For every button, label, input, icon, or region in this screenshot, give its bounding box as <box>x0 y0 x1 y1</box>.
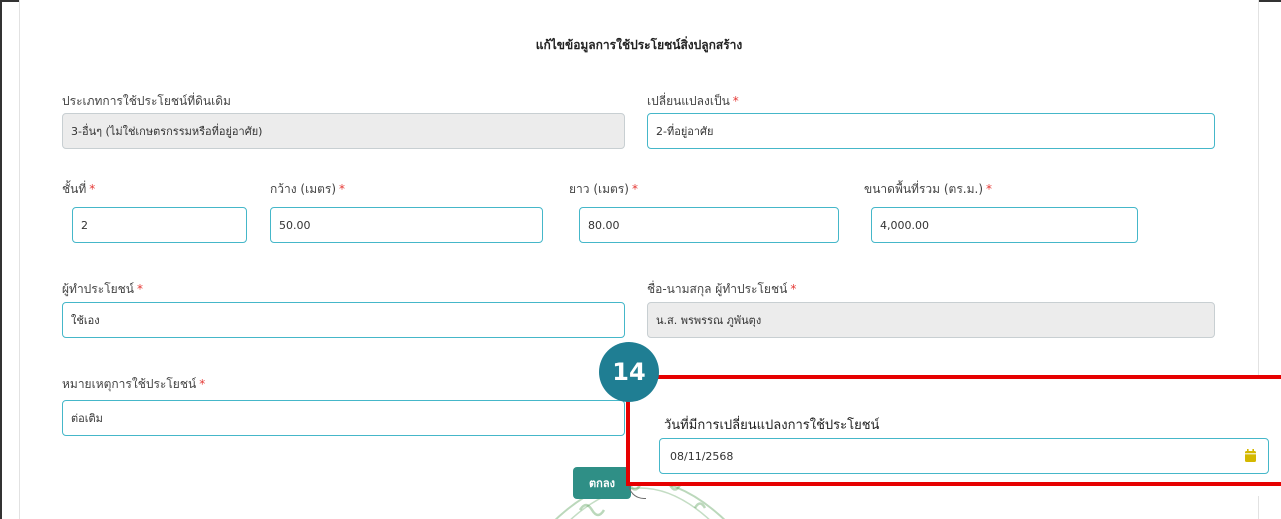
highlight-box: วันที่มีการเปลี่ยนแปลงการใช้ประโยชน์ 08/… <box>626 375 1281 486</box>
user-label: ผู้ทำประโยชน์ * <box>62 282 144 296</box>
width-label: กว้าง (เมตร) * <box>270 182 346 196</box>
overlay-edge-cover <box>1010 486 1281 496</box>
length-input[interactable]: 80.00 <box>579 207 839 243</box>
length-label: ยาว (เมตร) * <box>569 182 638 196</box>
step-badge: 14 <box>599 342 659 402</box>
floor-input[interactable]: 2 <box>72 207 247 243</box>
width-input[interactable]: 50.00 <box>270 207 543 243</box>
floor-label: ชั้นที่ * <box>62 182 96 196</box>
original-use-label: ประเภทการใช้ประโยชน์ที่ดินเดิม <box>62 94 231 108</box>
ok-button[interactable]: ตกลง <box>573 467 631 499</box>
user-field[interactable]: ใช้เอง <box>62 302 625 338</box>
change-to-label: เปลี่ยนแปลงเป็น * <box>647 94 739 108</box>
change-date-label: วันที่มีการเปลี่ยนแปลงการใช้ประโยชน์ <box>664 418 880 433</box>
user-name-label: ชื่อ-นามสกุล ผู้ทำประโยชน์ * <box>647 282 797 296</box>
user-name-field: น.ส. พรพรรณ ภูพันตุง <box>647 302 1215 338</box>
usage-note-field[interactable]: ต่อเติม <box>62 400 625 436</box>
change-to-field[interactable]: 2-ที่อยู่อาศัย <box>647 113 1215 149</box>
total-area-input[interactable]: 4,000.00 <box>871 207 1138 243</box>
calendar-icon[interactable] <box>1245 449 1256 462</box>
change-date-input[interactable]: 08/11/2568 <box>659 438 1269 474</box>
total-area-label: ขนาดพื้นที่รวม (ตร.ม.) * <box>864 182 993 196</box>
modal-title: แก้ไขข้อมูลการใช้ประโยชน์สิ่งปลูกสร้าง <box>535 38 743 52</box>
original-use-field: 3-อื่นๆ (ไม่ใช่เกษตรกรรมหรือที่อยู่อาศัย… <box>62 113 625 149</box>
usage-note-label: หมายเหตุการใช้ประโยชน์ * <box>62 377 206 391</box>
